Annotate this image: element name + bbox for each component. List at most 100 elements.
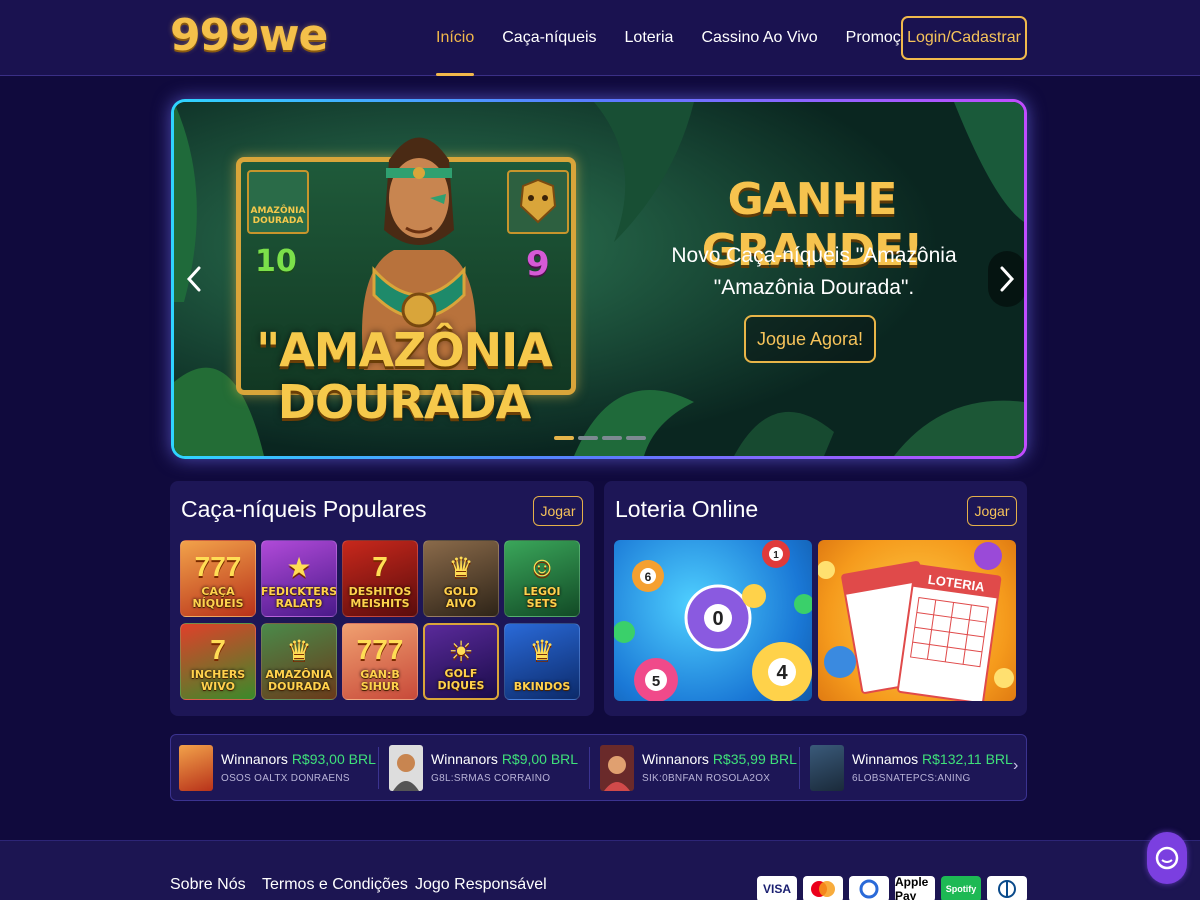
game-tile-art: ♛ [286,635,312,666]
carousel-dot[interactable] [578,436,598,440]
carousel-prev-button[interactable] [174,251,214,307]
online-lottery-title: Loteria Online [615,496,759,522]
mastercard-icon [803,876,843,900]
game-tile[interactable]: ☀ GOLF DIQUES [423,623,499,700]
winner-prefix: Winnanors [642,751,709,767]
winner-avatar [600,745,634,791]
carousel-next-button[interactable] [988,251,1024,307]
winner-amount: R$93,00 BRL [291,751,376,767]
game-tile-name: DESHITOS MEISHITS [348,585,412,610]
chevron-left-icon [186,266,201,292]
golden-mask-icon [519,178,557,224]
avatar-icon [393,754,419,791]
game-tile-name: AMAZÔNIA DOURADA [265,668,333,693]
carousel-indicators [554,436,646,440]
game-tile[interactable]: ♛ AMAZÔNIA DOURADA [261,623,337,700]
nav-item-loteria[interactable]: Loteria [625,0,674,76]
lottery-ball-number: 1 [773,550,779,561]
game-tile-name: FEDICKTERS RALAT9 [261,585,337,610]
game-tile-art: 777 [194,551,242,582]
game-tile[interactable]: 7 DESHITOS MEISHITS [342,540,418,617]
game-tile-art: ☀ [448,636,474,667]
site-logo[interactable]: 999we [170,10,328,61]
lottery-ball-number: 5 [652,673,660,690]
online-lottery-panel: Loteria Online Jogar 0 4 5 6 1 LOTERIA [604,481,1027,716]
popular-slots-play-button[interactable]: Jogar [533,496,583,526]
lottery-tickets-image: LOTERIA [818,542,1014,701]
play-now-button[interactable]: Jogue Agora! [744,315,876,363]
recent-winners-ticker: Winnanors R$93,00 BRL OSOS OALTX DONRAEN… [170,734,1027,801]
game-tile[interactable]: ♛ BKINDOS [504,623,580,700]
online-lottery-play-button[interactable]: Jogar [967,496,1017,526]
winner-entry: Winnanors R$93,00 BRL OSOS OALTX DONRAEN… [179,745,379,791]
nav-item-caca-niqueis[interactable]: Caça-níqueis [502,0,596,76]
chat-icon [1155,846,1179,870]
visa-icon: VISA [757,876,797,900]
lottery-ball-number: 0 [712,608,723,630]
login-register-button[interactable]: Login/Cadastrar [901,16,1027,60]
footer-link-sobre-nos[interactable]: Sobre Nós [170,876,246,894]
game-tile[interactable]: ★ FEDICKTERS RALAT9 [261,540,337,617]
nav-item-inicio[interactable]: Início [436,0,475,76]
winner-game-thumbnail [810,745,844,791]
game-tile[interactable]: 7 INCHERS WIVO [180,623,256,700]
game-tile-name: GOLD AIVO [443,585,479,610]
mastercard-logo [811,881,835,897]
game-tile[interactable]: ☺ LEGOI SETS [504,540,580,617]
popular-slots-panel: Caça-níqueis Populares Jogar 777 CAÇA NÍ… [170,481,594,716]
nav-item-cassino-ao-vivo[interactable]: Cassino Ao Vivo [701,0,817,76]
winner-text: Winnamos R$132,11 BRL [852,751,1013,767]
game-tile-name: BKINDOS [513,680,571,693]
winner-amount: R$132,11 BRL [922,751,1013,767]
game-tile-art: ★ [286,552,312,583]
winner-game-name: OSOS OALTX DONRAENS [221,773,350,784]
ticker-next-icon[interactable]: › [1013,757,1018,775]
winner-text: Winnanors R$35,99 BRL [642,751,797,767]
slot-symbol-logo: AMAZÔNIA DOURADA [247,170,309,234]
game-tile-name: CAÇA NÍQUEIS [192,585,244,610]
footer-link-jogo-responsavel[interactable]: Jogo Responsável [415,876,547,894]
game-tile-art: ♛ [448,552,474,583]
popular-slots-title: Caça-níqueis Populares [181,496,427,522]
footer-link-termos[interactable]: Termos e Condições [262,876,408,894]
game-tile-art: 7 [210,634,226,665]
game-tile-art: ☺ [527,551,557,582]
winner-game-thumbnail [179,745,213,791]
ticker-divider [799,747,800,789]
winner-game-name: SIK:0BNFAN ROSOLA2OX [642,773,771,784]
winner-amount: R$35,99 BRL [712,751,797,767]
slot-symbol-logo-text: AMAZÔNIA DOURADA [250,206,306,226]
diners-icon [987,876,1027,900]
lottery-balls-card[interactable]: 0 4 5 6 1 [614,540,812,701]
lottery-ball-number: 6 [645,570,652,584]
banner-game-title: "AMAZÔNIA DOURADA [256,323,553,429]
winner-prefix: Winnanors [431,751,498,767]
chevron-right-icon [1000,266,1015,292]
game-tile-name: GAN:B SIHUR [360,668,400,693]
carousel-dot[interactable] [602,436,622,440]
winner-game-name: 6LOBSNATEPCS:ANING [852,773,971,784]
game-tile[interactable]: 777 CAÇA NÍQUEIS [180,540,256,617]
elo-logo [859,879,879,899]
game-tile-art: 7 [372,551,388,582]
slot-symbol-mask [507,170,569,234]
lottery-balls-image: 0 4 5 6 1 [614,540,812,701]
spotify-icon: Spotify [941,876,981,900]
game-tile[interactable]: ♛ GOLD AIVO [423,540,499,617]
hero-banner[interactable]: AMAZÔNIA DOURADA 10 9 "AMAZÔNIA DOURADA … [171,99,1027,459]
game-tile-name: GOLF DIQUES [437,667,485,692]
site-footer: Sobre Nós Termos e Condições Jogo Respon… [0,840,1200,900]
winner-prefix: Winnamos [852,751,919,767]
slots-game-grid: 777 CAÇA NÍQUEIS ★ FEDICKTERS RALAT9 7 D… [180,540,580,700]
lottery-ticket-card[interactable]: LOTERIA [818,540,1016,701]
carousel-dot[interactable] [626,436,646,440]
winner-text: Winnanors R$93,00 BRL [221,751,376,767]
winner-avatar [389,745,423,791]
game-tile-name: INCHERS WIVO [190,668,246,693]
winner-entry: Winnamos R$132,11 BRL 6LOBSNATEPCS:ANING [810,745,1013,791]
main-nav: Início Caça-níqueis Loteria Cassino Ao V… [436,0,955,76]
game-tile-art: ♛ [529,635,555,666]
game-tile[interactable]: 777 GAN:B SIHUR [342,623,418,700]
carousel-dot[interactable] [554,436,574,440]
live-chat-button[interactable] [1147,832,1187,884]
